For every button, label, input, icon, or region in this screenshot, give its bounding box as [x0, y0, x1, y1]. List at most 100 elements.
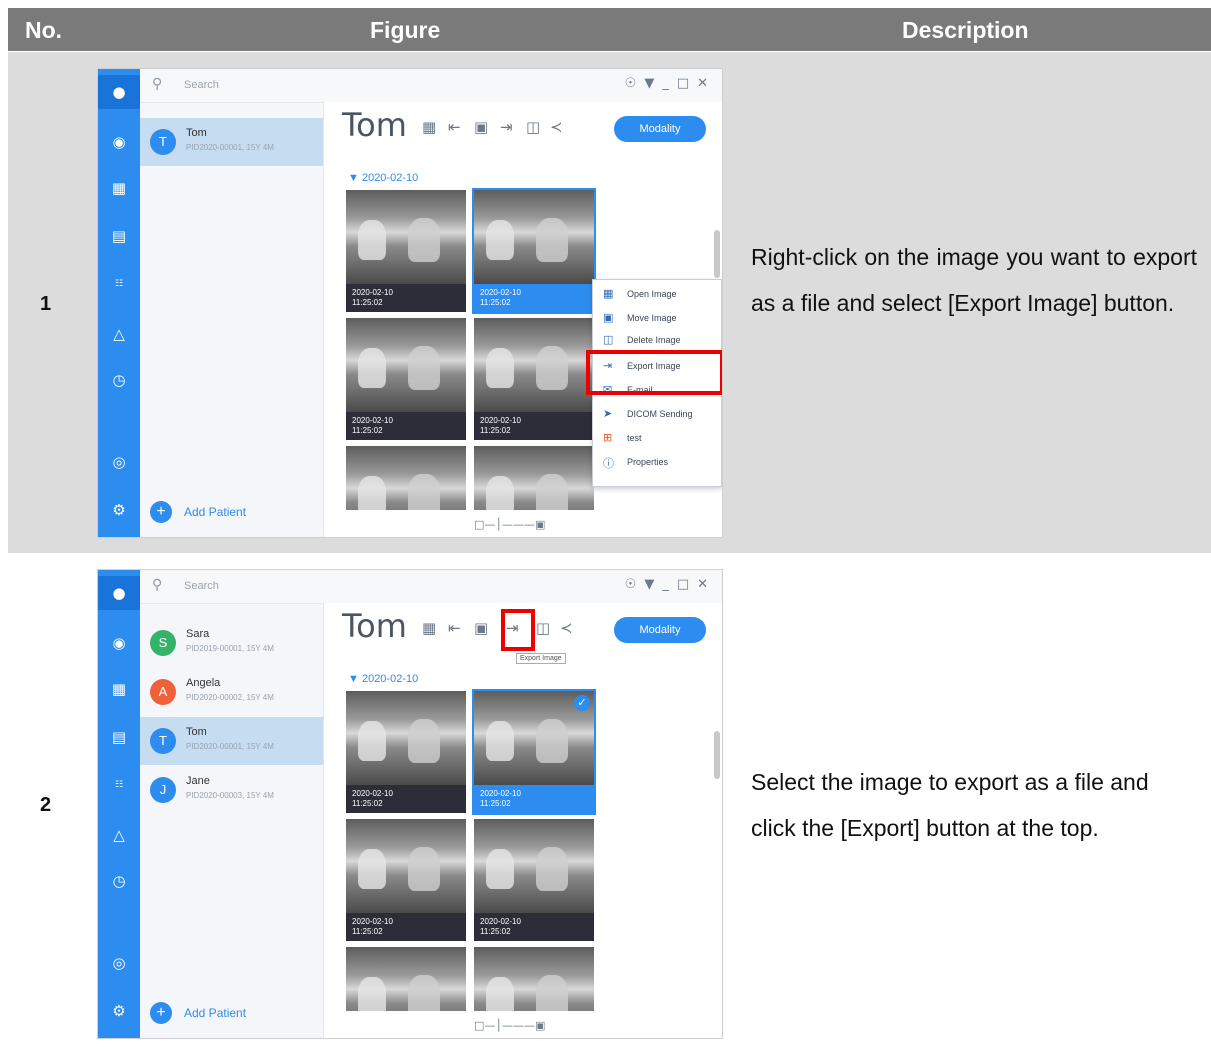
highlight-box: [586, 350, 722, 395]
search-bar[interactable]: ⚲ Search ☉▼_□✕: [140, 570, 722, 604]
patient-name: Jane: [186, 775, 210, 787]
window-controls[interactable]: ☉▼_□✕: [625, 577, 716, 592]
main-panel: Tom ▦ ⇤ ▣ ⇥ ◫ ≺ Modality Export Image ▼ …: [324, 603, 722, 1038]
row-number: 2: [40, 794, 52, 816]
image-thumbnail[interactable]: 2020-02-10 11:25:02: [346, 691, 466, 813]
import-icon[interactable]: ⇤: [448, 619, 461, 637]
image-thumbnail[interactable]: [346, 947, 466, 1011]
menu-item-delete-image[interactable]: ◫ Delete Image: [593, 328, 721, 348]
trash-icon[interactable]: ◫: [536, 619, 550, 637]
patient-icon[interactable]: ●: [98, 75, 140, 109]
patient-list: S Sara PID2019-00001, 15Y 4M A Angela PI…: [140, 570, 324, 1038]
edit-icon[interactable]: ▦: [422, 118, 436, 136]
clock-icon[interactable]: ◷: [108, 870, 130, 892]
camera-icon[interactable]: ◉: [108, 632, 130, 654]
scrollbar[interactable]: [714, 731, 720, 779]
move-icon[interactable]: ▣: [474, 619, 488, 637]
row-description: Right-click on the image you want to exp…: [751, 244, 1197, 316]
patient-name: Sara: [186, 628, 210, 640]
image-thumbnail[interactable]: 2020-02-10 11:25:02: [346, 190, 466, 312]
menu-item-test[interactable]: ⊞ test: [593, 426, 721, 450]
move-icon[interactable]: ▣: [474, 118, 488, 136]
patient-id: PID2020-00001, 15Y 4M: [186, 143, 274, 152]
xray-image: [474, 318, 594, 412]
menu-item-properties[interactable]: ⓘ Properties: [593, 450, 721, 474]
edit-icon[interactable]: ▦: [422, 619, 436, 637]
image-thumbnail[interactable]: ✓ 2020-02-10 11:25:02: [474, 691, 594, 813]
send-icon: ➤: [603, 407, 613, 420]
trash-icon[interactable]: ◫: [526, 118, 540, 136]
dcm-icon[interactable]: ☷: [108, 273, 130, 295]
avatar: J: [150, 777, 176, 803]
image-thumbnail[interactable]: [346, 446, 466, 510]
page-title: Tom: [342, 607, 407, 645]
header-no: No.: [25, 17, 63, 43]
zoom-slider[interactable]: □—│———▣: [474, 518, 545, 531]
image-thumbnail[interactable]: 2020-02-10 11:25:02: [346, 819, 466, 941]
list-item[interactable]: J Jane PID2020-00003, 15Y 4M: [140, 766, 323, 814]
header-figure: Figure: [370, 17, 441, 43]
highlight-box: [501, 609, 535, 651]
list-item[interactable]: T Tom PID2020-00001, 15Y 4M: [140, 118, 323, 166]
menu-item-dicom-sending[interactable]: ➤ DICOM Sending: [593, 402, 721, 426]
image-thumbnail[interactable]: 2020-02-10 11:25:02: [474, 819, 594, 941]
window-controls[interactable]: ☉▼_□✕: [625, 76, 716, 91]
cube-icon[interactable]: △: [108, 824, 130, 846]
dcm-icon[interactable]: ☷: [108, 774, 130, 796]
image-icon[interactable]: ▦: [108, 678, 130, 700]
cube-icon[interactable]: △: [108, 323, 130, 345]
date-label: 2020-02-10: [361, 673, 419, 685]
row-description: Select the image to export as a file and…: [751, 769, 1149, 841]
report-icon[interactable]: ▤: [108, 726, 130, 748]
date-group[interactable]: ▼ 2020-02-10: [348, 172, 418, 184]
clock-icon[interactable]: ◷: [108, 369, 130, 391]
xray-image: [474, 190, 594, 284]
image-thumbnail[interactable]: 2020-02-10 11:25:02: [346, 318, 466, 440]
thumbnail-caption: 2020-02-10 11:25:02: [474, 913, 594, 941]
list-item[interactable]: S Sara PID2019-00001, 15Y 4M: [140, 619, 323, 667]
image-thumbnail[interactable]: 2020-02-10 11:25:02: [474, 318, 594, 440]
gear-icon[interactable]: ⚙: [108, 1000, 130, 1022]
share-icon[interactable]: ≺: [560, 619, 573, 637]
patient-icon[interactable]: ●: [98, 576, 140, 610]
date-group[interactable]: ▼ 2020-02-10: [348, 673, 418, 685]
report-icon[interactable]: ▤: [108, 225, 130, 247]
scrollbar[interactable]: [714, 230, 720, 278]
image-thumbnail[interactable]: [474, 446, 594, 510]
row-number: 1: [40, 293, 52, 315]
zoom-slider[interactable]: □—│———▣: [474, 1019, 545, 1032]
xray-image: [474, 947, 594, 1011]
image-icon[interactable]: ▦: [108, 177, 130, 199]
xray-image: [346, 819, 466, 913]
list-item[interactable]: A Angela PID2020-00002, 15Y 4M: [140, 668, 323, 716]
search-input[interactable]: Search: [184, 79, 219, 91]
patient-list: T Tom PID2020-00001, 15Y 4M + Add Patien…: [140, 69, 324, 537]
import-icon[interactable]: ⇤: [448, 118, 461, 136]
info-icon: ⓘ: [603, 457, 614, 470]
check-icon[interactable]: ✓: [574, 695, 590, 711]
modality-button[interactable]: Modality: [614, 617, 706, 643]
plus-box-icon: ⊞: [603, 431, 613, 444]
modality-button[interactable]: Modality: [614, 116, 706, 142]
export-icon[interactable]: ⇥: [500, 118, 513, 136]
app-screenshot-1: ● ◉ ▦ ▤ ☷ △ ◷ ◎ ⚙ T Tom PID2020-00001, 1…: [98, 69, 722, 537]
search-icon: ⚲: [152, 76, 163, 92]
table-row-1: 1 ● ◉ ▦ ▤ ☷ △ ◷ ◎ ⚙ T Tom PID2020-00001,…: [8, 52, 1211, 553]
menu-item-move-image[interactable]: ▣ Move Image: [593, 306, 721, 330]
gear-icon[interactable]: ⚙: [108, 499, 130, 521]
image-thumbnail[interactable]: [474, 947, 594, 1011]
page-title: Tom: [342, 106, 407, 144]
image-thumbnail[interactable]: 2020-02-10 11:25:02: [474, 190, 594, 312]
thumbnail-caption: 2020-02-10 11:25:02: [346, 785, 466, 813]
menu-item-open-image[interactable]: ▦ Open Image: [593, 282, 721, 306]
search-input[interactable]: Search: [184, 580, 219, 592]
search-bar[interactable]: ⚲ Search ☉▼_□✕: [140, 69, 722, 103]
eye-icon[interactable]: ◎: [108, 451, 130, 473]
table-row-2: 2 ● ◉ ▦ ▤ ☷ △ ◷ ◎ ⚙ S Sara PID2019-00001…: [8, 553, 1211, 1047]
tooltip: Export Image: [516, 653, 566, 664]
camera-icon[interactable]: ◉: [108, 131, 130, 153]
share-icon[interactable]: ≺: [550, 118, 563, 136]
eye-icon[interactable]: ◎: [108, 952, 130, 974]
sidebar: ● ◉ ▦ ▤ ☷ △ ◷ ◎ ⚙: [98, 570, 140, 1038]
list-item[interactable]: T Tom PID2020-00001, 15Y 4M: [140, 717, 323, 765]
